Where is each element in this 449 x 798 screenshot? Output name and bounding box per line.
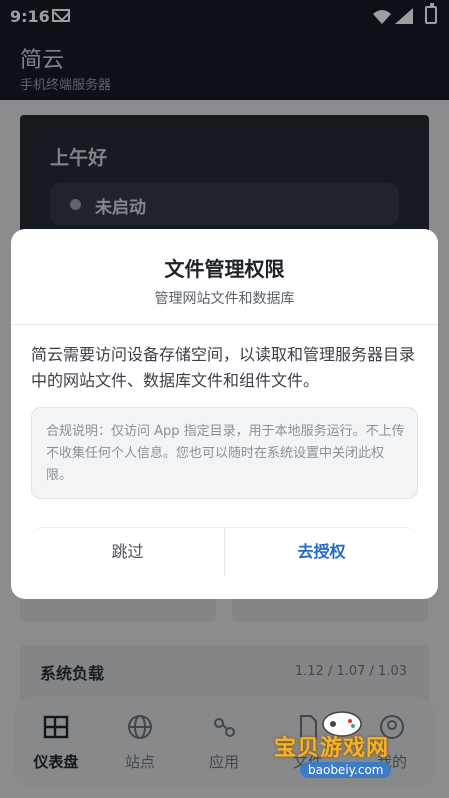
- skip-button[interactable]: 跳过: [31, 528, 224, 578]
- watermark-logo: 宝贝游戏网 baobeiy.com: [274, 708, 424, 788]
- dialog-body-text: 简云需要访问设备存储空间，以读取和管理服务器目录中的网站文件、数据库文件和组件文…: [31, 345, 416, 390]
- watermark-url: baobeiy.com: [300, 762, 392, 778]
- dialog-divider: [11, 324, 438, 325]
- authorize-button[interactable]: 去授权: [225, 528, 418, 578]
- compliance-note-text: 合规说明：仅访问 App 指定目录，用于本地服务运行。不上传不收集任何个人信息。…: [46, 424, 405, 483]
- dialog-button-row: 跳过 去授权: [31, 527, 418, 577]
- compliance-note: 合规说明：仅访问 App 指定目录，用于本地服务运行。不上传不收集任何个人信息。…: [31, 407, 418, 499]
- dialog-subtitle: 管理网站文件和数据库: [154, 291, 295, 307]
- permission-dialog: 文件管理权限 管理网站文件和数据库 简云需要访问设备存储空间，以读取和管理服务器…: [11, 229, 438, 599]
- dialog-title: 文件管理权限: [164, 257, 285, 281]
- watermark-text: 宝贝游戏网: [274, 736, 390, 761]
